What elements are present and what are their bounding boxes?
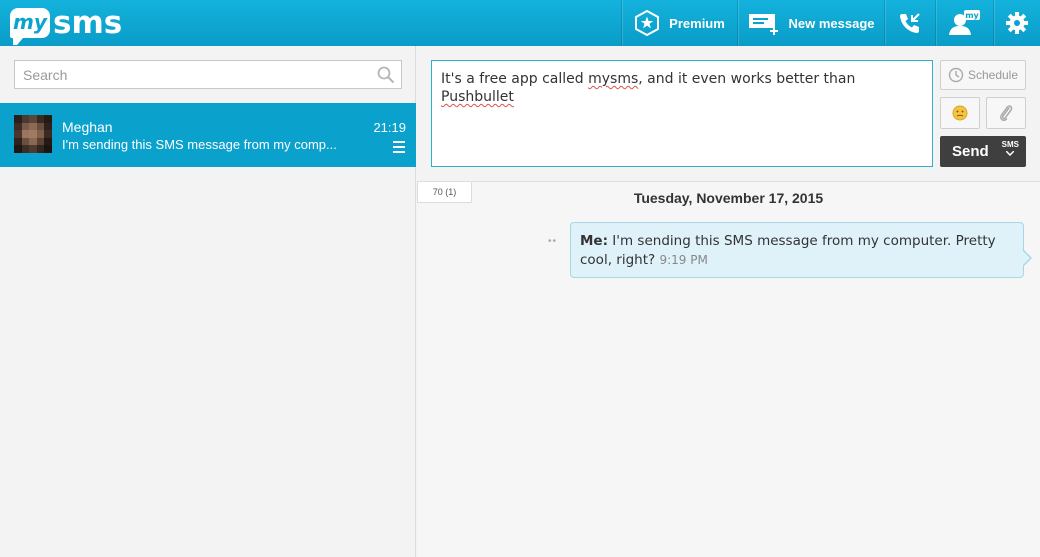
message-time: 9:19 PM xyxy=(659,253,708,267)
message-content: Me: I'm sending this SMS message from my… xyxy=(570,222,1024,278)
conversation-name: Meghan xyxy=(62,119,113,135)
attach-button[interactable] xyxy=(986,97,1026,129)
schedule-label: Schedule xyxy=(967,68,1019,82)
conversation-list-panel: Meghan I'm sending this SMS message from… xyxy=(0,46,416,557)
gear-icon xyxy=(1006,12,1028,34)
message-text: I'm sending this SMS message from my com… xyxy=(580,233,996,268)
emoji-button[interactable] xyxy=(940,97,980,129)
send-button[interactable]: Send SMS xyxy=(940,136,1026,167)
message-text-part: , and it even works better than xyxy=(638,71,856,87)
avatar xyxy=(14,115,52,153)
message-bubble[interactable]: Me: I'm sending this SMS message from my… xyxy=(570,222,1032,278)
misspelled-word: mysms xyxy=(588,71,639,87)
conversation-preview: I'm sending this SMS message from my com… xyxy=(62,137,337,152)
send-type-selector[interactable]: SMS xyxy=(1002,140,1019,158)
search-input[interactable] xyxy=(15,61,365,88)
message-status: •• xyxy=(548,236,558,247)
app-logo[interactable]: my sms xyxy=(10,5,123,45)
paperclip-icon xyxy=(1000,105,1013,122)
chevron-down-icon xyxy=(1005,150,1015,157)
top-bar: my sms Premium New message my xyxy=(0,0,1040,46)
bubble-tail xyxy=(1023,250,1032,266)
conversation-time: 21:19 xyxy=(373,120,406,135)
logo-sms: sms xyxy=(53,5,123,41)
misspelled-word: Pushbullet xyxy=(441,89,514,105)
account-badge: my xyxy=(965,11,979,20)
new-message-label: New message xyxy=(788,15,875,31)
message-input[interactable]: It's a free app called mysms, and it eve… xyxy=(431,60,933,167)
send-type-label: SMS xyxy=(1001,140,1019,149)
new-message-button[interactable]: New message xyxy=(737,0,884,46)
emoji-icon xyxy=(952,105,968,121)
composer: It's a free app called mysms, and it eve… xyxy=(417,46,1040,182)
star-hexagon-icon xyxy=(635,9,660,37)
message-text-part: It's a free app called xyxy=(441,71,589,87)
call-icon xyxy=(900,13,920,33)
schedule-button[interactable]: Schedule xyxy=(940,60,1026,90)
premium-button[interactable]: Premium xyxy=(621,0,737,46)
clock-icon xyxy=(948,67,964,83)
settings-button[interactable] xyxy=(993,0,1040,46)
logo-my: my xyxy=(10,8,50,45)
search-box xyxy=(14,60,402,89)
send-label: Send xyxy=(952,143,989,160)
conversation-item[interactable]: Meghan I'm sending this SMS message from… xyxy=(0,103,416,167)
hamburger-icon[interactable] xyxy=(393,141,405,156)
account-icon: my xyxy=(948,10,980,35)
message-sender: Me: xyxy=(580,233,608,249)
new-message-icon xyxy=(748,14,778,35)
date-header: Tuesday, November 17, 2015 xyxy=(633,190,824,206)
call-button[interactable] xyxy=(884,0,935,46)
search-icon[interactable] xyxy=(377,66,395,84)
top-nav: Premium New message my xyxy=(621,0,1040,46)
thread-panel: It's a free app called mysms, and it eve… xyxy=(417,46,1040,557)
premium-label: Premium xyxy=(669,15,725,31)
account-button[interactable]: my xyxy=(935,0,993,46)
